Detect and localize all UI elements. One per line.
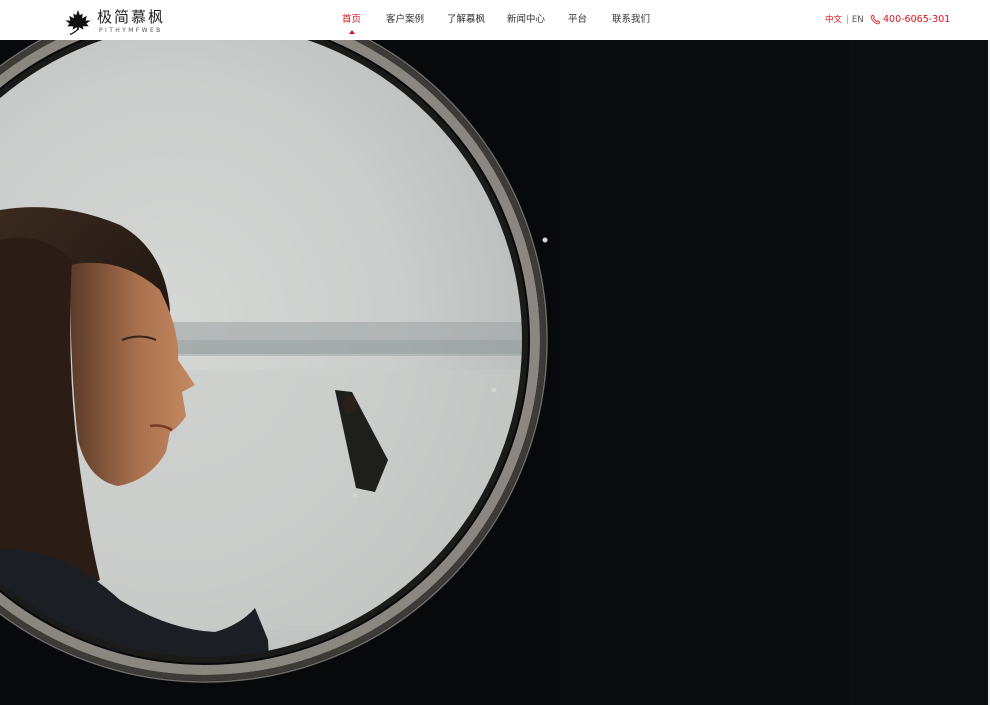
nav-item-label: 联系我们 <box>612 14 651 25</box>
nav-item-label: 平台 <box>568 14 588 25</box>
nav-item-news[interactable]: 新闻中心 <box>507 14 545 26</box>
hero-banner[interactable] <box>0 40 990 705</box>
lang-separator: | <box>846 15 849 25</box>
nav-item-label: 新闻中心 <box>507 14 546 25</box>
maple-leaf-icon <box>64 9 92 35</box>
nav-item-label: 客户案例 <box>386 14 425 25</box>
logo-name-cn: 极简慕枫 <box>97 8 166 26</box>
logo-name-en: PITHYMFWEB <box>99 27 163 34</box>
lang-option-en[interactable]: EN <box>852 15 864 25</box>
lang-option-cn[interactable]: 中文 <box>825 15 842 25</box>
nav-item-cases[interactable]: 客户案例 <box>386 14 424 26</box>
nav-item-about[interactable]: 了解慕枫 <box>447 14 485 26</box>
phone-icon <box>870 14 881 25</box>
nav-item-label: 了解慕枫 <box>447 14 486 25</box>
site-logo[interactable]: 极简慕枫 PITHYMFWEB <box>64 8 174 36</box>
phone-number: 400-6065-301 <box>883 14 951 25</box>
site-header: 极简慕枫 PITHYMFWEB 首页 客户案例 了解慕枫 新闻中心 平台 联系我… <box>0 0 990 40</box>
nav-item-platform[interactable]: 平台 <box>568 14 587 26</box>
language-switcher: 中文 | EN <box>825 14 864 26</box>
hero-image <box>0 40 990 705</box>
nav-item-label: 首页 <box>342 14 362 25</box>
nav-item-contact[interactable]: 联系我们 <box>612 14 650 26</box>
active-caret-icon <box>348 30 355 34</box>
nav-item-home[interactable]: 首页 <box>342 14 362 34</box>
